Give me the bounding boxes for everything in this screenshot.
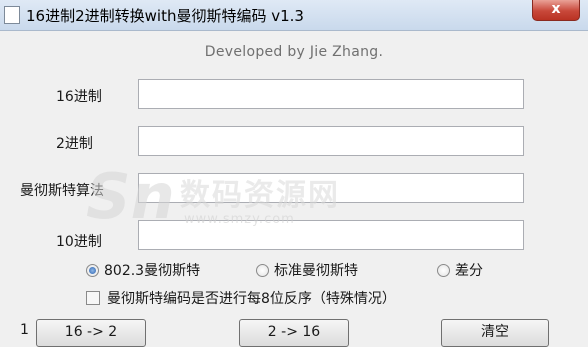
- clear-button[interactable]: 清空: [441, 319, 549, 347]
- radio-checked-icon: [86, 263, 99, 277]
- checkbox-unchecked-icon: [86, 291, 100, 305]
- status-number: 1: [20, 322, 29, 338]
- window-title: 16进制2进制转换with曼彻斯特编码 v1.3: [26, 7, 304, 25]
- hex-input[interactable]: [138, 79, 524, 109]
- binary-label: 2进制: [56, 136, 93, 152]
- radio-standard-manchester[interactable]: 标准曼彻斯特: [256, 260, 358, 280]
- hex-label: 16进制: [56, 89, 102, 105]
- manchester-input[interactable]: [138, 173, 524, 203]
- binary-to-hex-button[interactable]: 2 -> 16: [239, 319, 349, 347]
- radio-unchecked-icon: [256, 263, 269, 277]
- radio-differential[interactable]: 差分: [437, 260, 483, 280]
- hex-to-binary-button[interactable]: 16 -> 2: [36, 319, 146, 347]
- app-icon: [4, 6, 20, 24]
- reverse-order-label: 曼彻斯特编码是否进行每8位反序（特殊情况）: [107, 291, 396, 307]
- radio-802-3-label: 802.3曼彻斯特: [104, 263, 201, 279]
- manchester-label: 曼彻斯特算法: [20, 183, 104, 199]
- decimal-label: 10进制: [56, 234, 102, 250]
- title-bar[interactable]: 16进制2进制转换with曼彻斯特编码 v1.3 x: [0, 0, 588, 31]
- binary-input[interactable]: [138, 126, 524, 156]
- credit-text: Developed by Jie Zhang.: [204, 44, 384, 60]
- app-window: 16进制2进制转换with曼彻斯特编码 v1.3 x Developed by …: [0, 0, 588, 347]
- radio-unchecked-icon: [437, 263, 450, 277]
- radio-standard-label: 标准曼彻斯特: [274, 263, 358, 279]
- radio-differential-label: 差分: [455, 263, 483, 279]
- decimal-input[interactable]: [138, 220, 524, 250]
- radio-802-3-manchester[interactable]: 802.3曼彻斯特: [86, 260, 200, 280]
- close-button[interactable]: x: [532, 0, 580, 21]
- reverse-order-checkbox[interactable]: 曼彻斯特编码是否进行每8位反序（特殊情况）: [86, 288, 396, 308]
